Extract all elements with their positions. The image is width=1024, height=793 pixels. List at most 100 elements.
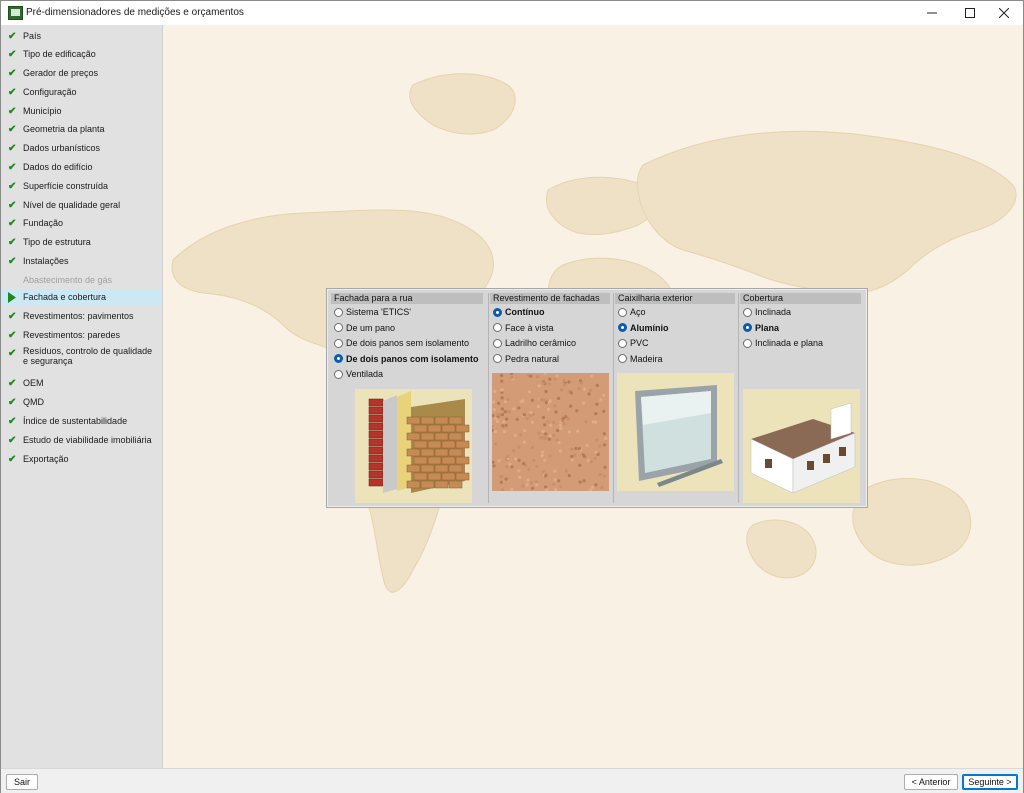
radio-option-label: Aço <box>630 307 646 317</box>
exit-button[interactable]: Sair <box>6 774 38 790</box>
radio-selected-icon[interactable] <box>334 354 343 363</box>
current-step-arrow-icon <box>8 292 19 305</box>
radio-unselected-icon[interactable] <box>743 307 752 317</box>
sidebar-item[interactable]: ✔ Exportação <box>1 451 162 468</box>
radio-option-label: Madeira <box>630 353 663 364</box>
sidebar-item-label: Configuração <box>23 87 77 97</box>
sidebar-item-label: Tipo de estrutura <box>23 237 91 247</box>
radio-option[interactable]: Plana <box>743 321 779 335</box>
check-icon: ✔ <box>8 378 17 389</box>
sidebar-item-label: QMD <box>23 397 44 407</box>
sidebar-item[interactable]: ✔ OEM <box>1 375 162 392</box>
radio-option[interactable]: De dois panos sem isolamento <box>334 336 469 350</box>
sidebar-item[interactable]: ✔ Nível de qualidade geral <box>1 197 162 214</box>
radio-unselected-icon[interactable] <box>493 338 502 348</box>
radio-selected-icon[interactable] <box>493 307 502 317</box>
check-icon: ✔ <box>8 124 17 135</box>
radio-option[interactable]: Inclinada e plana <box>743 336 823 350</box>
sidebar-item[interactable]: ✔ Revestimentos: paredes <box>1 327 162 344</box>
sidebar-item-label: Fundação <box>23 218 64 228</box>
sidebar-item[interactable]: ✔ Município <box>1 103 162 120</box>
check-icon: ✔ <box>8 256 17 267</box>
radio-option-label: Plana <box>755 322 780 333</box>
wizard-steps-sidebar: ✔ País ✔ Tipo de edificação ✔ Gerador de preç… <box>1 25 163 768</box>
sidebar-item-label: Exportação <box>23 454 69 464</box>
sidebar-item[interactable]: ✔ QMD <box>1 394 162 411</box>
radio-unselected-icon[interactable] <box>618 338 627 348</box>
sidebar-item-label: Geometria da planta <box>23 124 105 134</box>
radio-unselected-icon[interactable] <box>743 338 752 348</box>
facade-roof-options-panel: Fachada para a rua Sistema 'ETICS' De um p… <box>326 288 868 508</box>
radio-option[interactable]: Pedra natural <box>493 352 559 366</box>
radio-option[interactable]: Face à vista <box>493 321 554 335</box>
radio-unselected-icon[interactable] <box>334 338 343 348</box>
flat-roof-house-illustration <box>743 389 860 503</box>
sidebar-item[interactable]: ✔ Índice de sustentabilidade <box>1 413 162 430</box>
radio-unselected-icon[interactable] <box>334 323 343 332</box>
radio-option[interactable]: Contínuo <box>493 305 545 319</box>
aluminium-window-illustration <box>617 373 734 491</box>
sidebar-item[interactable]: ✔ Configuração <box>1 84 162 101</box>
radio-unselected-icon[interactable] <box>618 354 627 363</box>
sidebar-item[interactable]: ✔ Fundação <box>1 215 162 232</box>
radio-unselected-icon[interactable] <box>493 354 502 363</box>
close-icon <box>999 8 1009 18</box>
close-button[interactable] <box>985 1 1023 25</box>
previous-button[interactable]: < Anterior <box>904 774 958 790</box>
check-icon: ✔ <box>8 348 17 359</box>
radio-option[interactable]: Alumínio <box>618 321 669 335</box>
column-separator <box>613 293 614 503</box>
sidebar-item-label: Revestimentos: pavimentos <box>23 311 134 321</box>
radio-option[interactable]: Ventilada <box>334 367 383 381</box>
radio-unselected-icon[interactable] <box>334 307 343 317</box>
radio-unselected-icon[interactable] <box>493 323 502 332</box>
minimize-button[interactable] <box>913 1 951 25</box>
sidebar-item[interactable]: Fachada e cobertura <box>1 289 162 306</box>
radio-option[interactable]: Madeira <box>618 352 663 366</box>
radio-option[interactable]: PVC <box>618 336 649 350</box>
sidebar-item-label: Instalações <box>23 256 69 266</box>
maximize-button[interactable] <box>951 1 989 25</box>
sidebar-item-label: OEM <box>23 378 44 388</box>
sidebar-item-label: Índice de sustentabilidade <box>23 416 128 426</box>
check-icon: ✔ <box>8 397 17 408</box>
radio-selected-icon[interactable] <box>618 323 627 332</box>
app-icon <box>8 6 23 20</box>
sidebar-item[interactable]: ✔ Tipo de estrutura <box>1 234 162 251</box>
option-group-header: Revestimento de fachadas <box>490 293 610 304</box>
sidebar-item[interactable]: ✔ Geometria da planta <box>1 121 162 138</box>
radio-option[interactable]: Inclinada <box>743 305 791 319</box>
radio-selected-icon[interactable] <box>743 323 752 332</box>
sidebar-item-label: Gerador de preços <box>23 68 99 78</box>
next-button[interactable]: Seguinte > <box>962 774 1018 790</box>
check-icon: ✔ <box>8 200 17 211</box>
sidebar-item[interactable]: ✔ Dados urbanísticos <box>1 140 162 157</box>
sidebar-item-label: Dados urbanísticos <box>23 143 101 153</box>
sidebar-item[interactable]: ✔ Revestimentos: pavimentos <box>1 308 162 325</box>
sidebar-item[interactable]: ✔ Superfície construída <box>1 178 162 195</box>
bottom-bar: Sair < Anterior Seguinte > <box>1 768 1023 793</box>
main-area: Fachada para a rua Sistema 'ETICS' De um p… <box>163 25 1023 768</box>
radio-option-label: De dois panos com isolamento <box>346 353 479 364</box>
radio-option[interactable]: Ladrilho cerâmico <box>493 336 576 350</box>
sidebar-item[interactable]: ✔ Instalações <box>1 253 162 270</box>
radio-option[interactable]: Sistema 'ETICS' <box>334 305 411 319</box>
radio-unselected-icon[interactable] <box>618 307 627 317</box>
radio-option-label: Pedra natural <box>505 353 560 364</box>
sidebar-item[interactable]: ✔ Tipo de edificação <box>1 46 162 63</box>
radio-option[interactable]: De dois panos com isolamento <box>334 352 479 366</box>
check-icon: ✔ <box>8 237 17 248</box>
sidebar-item[interactable]: ✔ Resíduos, controlo de qualidade e segur… <box>1 345 162 371</box>
radio-option[interactable]: De um pano <box>334 321 395 335</box>
radio-unselected-icon[interactable] <box>334 369 343 379</box>
title-bar[interactable]: Pré-dimensionadores de medições e orçame… <box>1 1 1023 25</box>
sidebar-item[interactable]: ✔ Gerador de preços <box>1 65 162 82</box>
option-group-header: Cobertura <box>740 293 861 304</box>
sidebar-item[interactable]: ✔ País <box>1 28 162 45</box>
sidebar-item[interactable]: ✔ Dados do edifício <box>1 159 162 176</box>
radio-option[interactable]: Aço <box>618 305 646 319</box>
option-group: Fachada para a rua Sistema 'ETICS' De um p… <box>331 293 483 503</box>
sidebar-item[interactable]: ✔ Estudo de viabilidade imobiliária <box>1 432 162 449</box>
sidebar-item-label: Fachada e cobertura <box>23 292 107 302</box>
sidebar-item[interactable]: Abastecimento de gás <box>1 272 162 289</box>
